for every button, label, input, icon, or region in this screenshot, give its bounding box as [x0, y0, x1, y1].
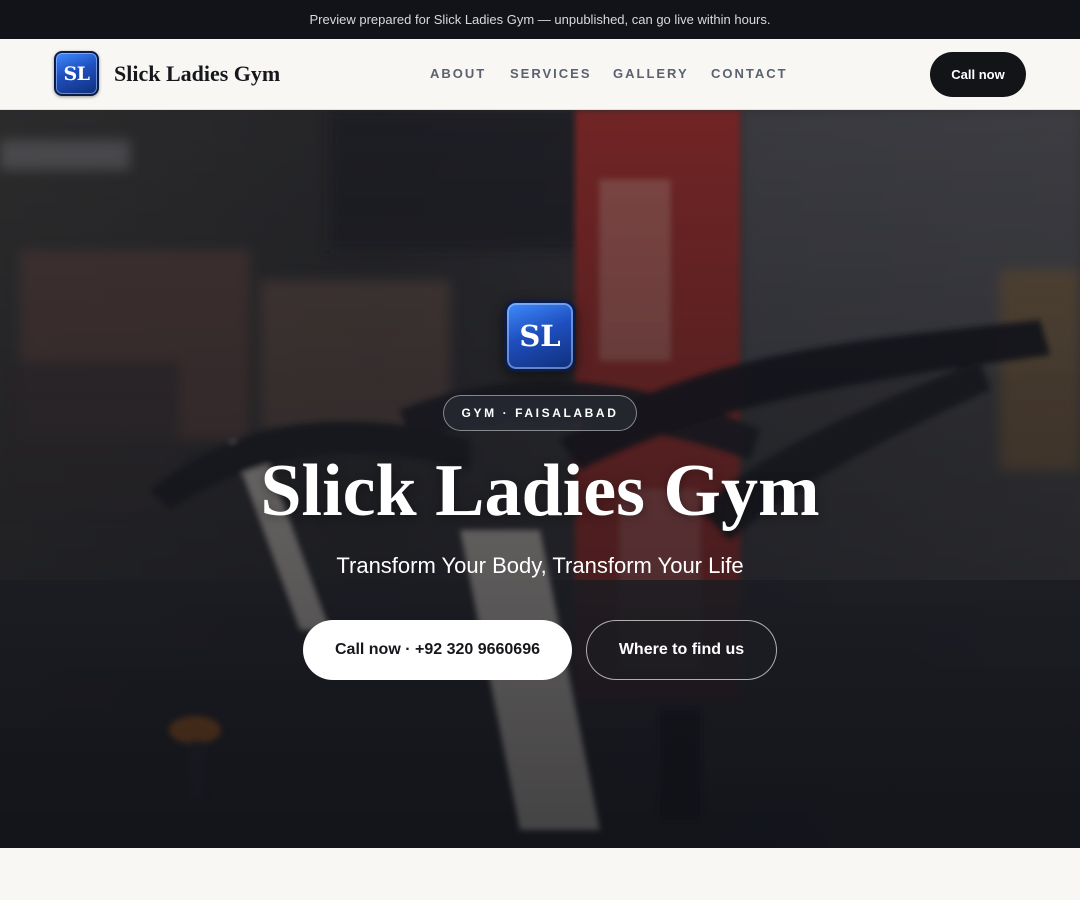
hero-logo-badge: SL — [504, 300, 576, 372]
preview-notice-text: Preview prepared for Slick Ladies Gym — … — [309, 12, 771, 27]
brand-link[interactable]: SL Slick Ladies Gym — [54, 51, 280, 96]
nav-item-contact[interactable]: CONTACT — [711, 66, 788, 81]
site-header: SL Slick Ladies Gym ABOUT SERVICES GALLE… — [0, 39, 1080, 110]
location-pill: GYM · FAISALABAD — [443, 395, 637, 431]
find-us-button[interactable]: Where to find us — [586, 620, 777, 680]
hero-call-now-button[interactable]: Call now · +92 320 9660696 — [303, 620, 572, 680]
nav-item-services[interactable]: SERVICES — [510, 66, 592, 81]
hero-section: SL GYM · FAISALABAD Slick Ladies Gym Tra… — [0, 110, 1080, 848]
brand-name: Slick Ladies Gym — [114, 60, 281, 86]
hero-logo-text: SL — [519, 319, 561, 353]
nav-item-about[interactable]: ABOUT — [430, 66, 486, 81]
hero-subtitle: Transform Your Body, Transform Your Life — [336, 553, 744, 578]
header-call-now-button[interactable]: Call now — [930, 52, 1026, 97]
location-pill-text: GYM · FAISALABAD — [461, 406, 619, 420]
logo-badge: SL — [54, 51, 99, 96]
logo-text: SL — [63, 62, 90, 85]
nav-item-gallery[interactable]: GALLERY — [613, 66, 689, 81]
below-hero-section — [0, 848, 1080, 900]
hero-title: Slick Ladies Gym — [260, 450, 820, 532]
preview-notice-bar: Preview prepared for Slick Ladies Gym — … — [0, 0, 1080, 39]
